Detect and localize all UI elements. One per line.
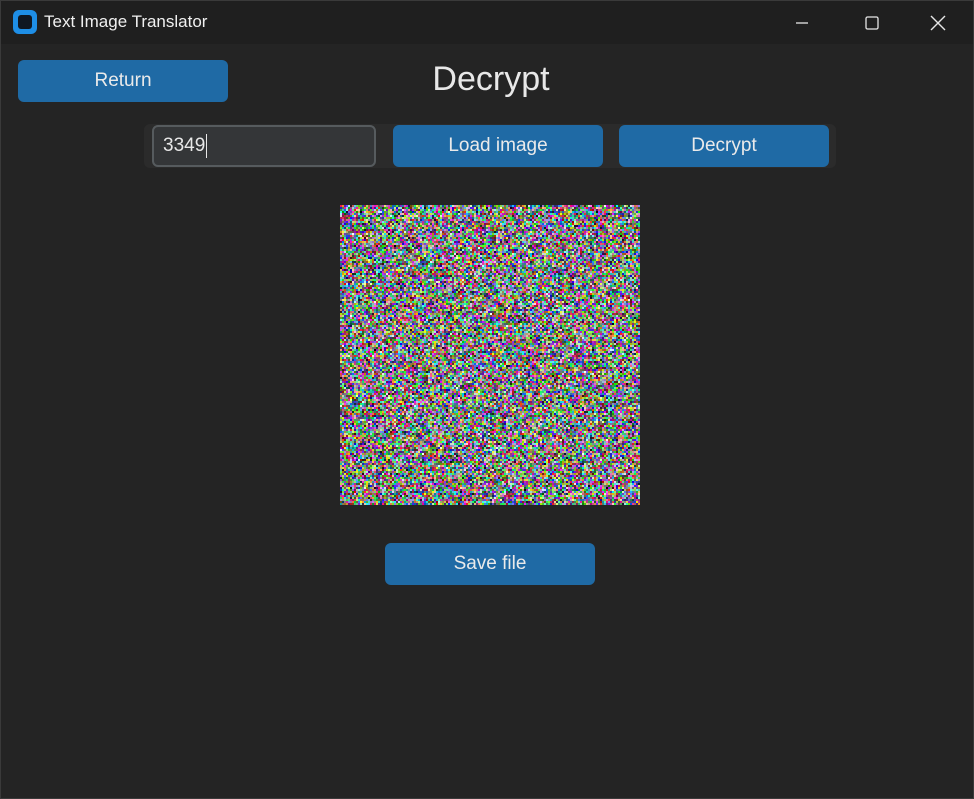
main-content: Return Decrypt Load image Decrypt Save f… xyxy=(1,44,973,798)
app-window: Text Image Translator Return Decrypt Loa… xyxy=(0,0,974,799)
maximize-icon xyxy=(865,15,879,30)
minimize-icon xyxy=(796,21,808,24)
text-caret xyxy=(206,134,207,158)
decrypt-button[interactable]: Decrypt xyxy=(619,125,829,167)
window-title: Text Image Translator xyxy=(44,12,208,31)
maximize-button[interactable] xyxy=(837,1,907,44)
page-title: Decrypt xyxy=(432,60,550,98)
title-bar: Text Image Translator xyxy=(1,1,973,44)
save-file-button[interactable]: Save file xyxy=(385,543,595,585)
load-image-button[interactable]: Load image xyxy=(393,125,603,167)
minimize-button[interactable] xyxy=(767,1,837,44)
image-preview xyxy=(340,205,640,505)
close-icon xyxy=(930,15,946,30)
noise-image xyxy=(340,205,640,505)
close-button[interactable] xyxy=(903,1,973,44)
app-logo-icon xyxy=(13,10,37,34)
return-button[interactable]: Return xyxy=(18,60,228,102)
key-input[interactable] xyxy=(152,125,376,167)
